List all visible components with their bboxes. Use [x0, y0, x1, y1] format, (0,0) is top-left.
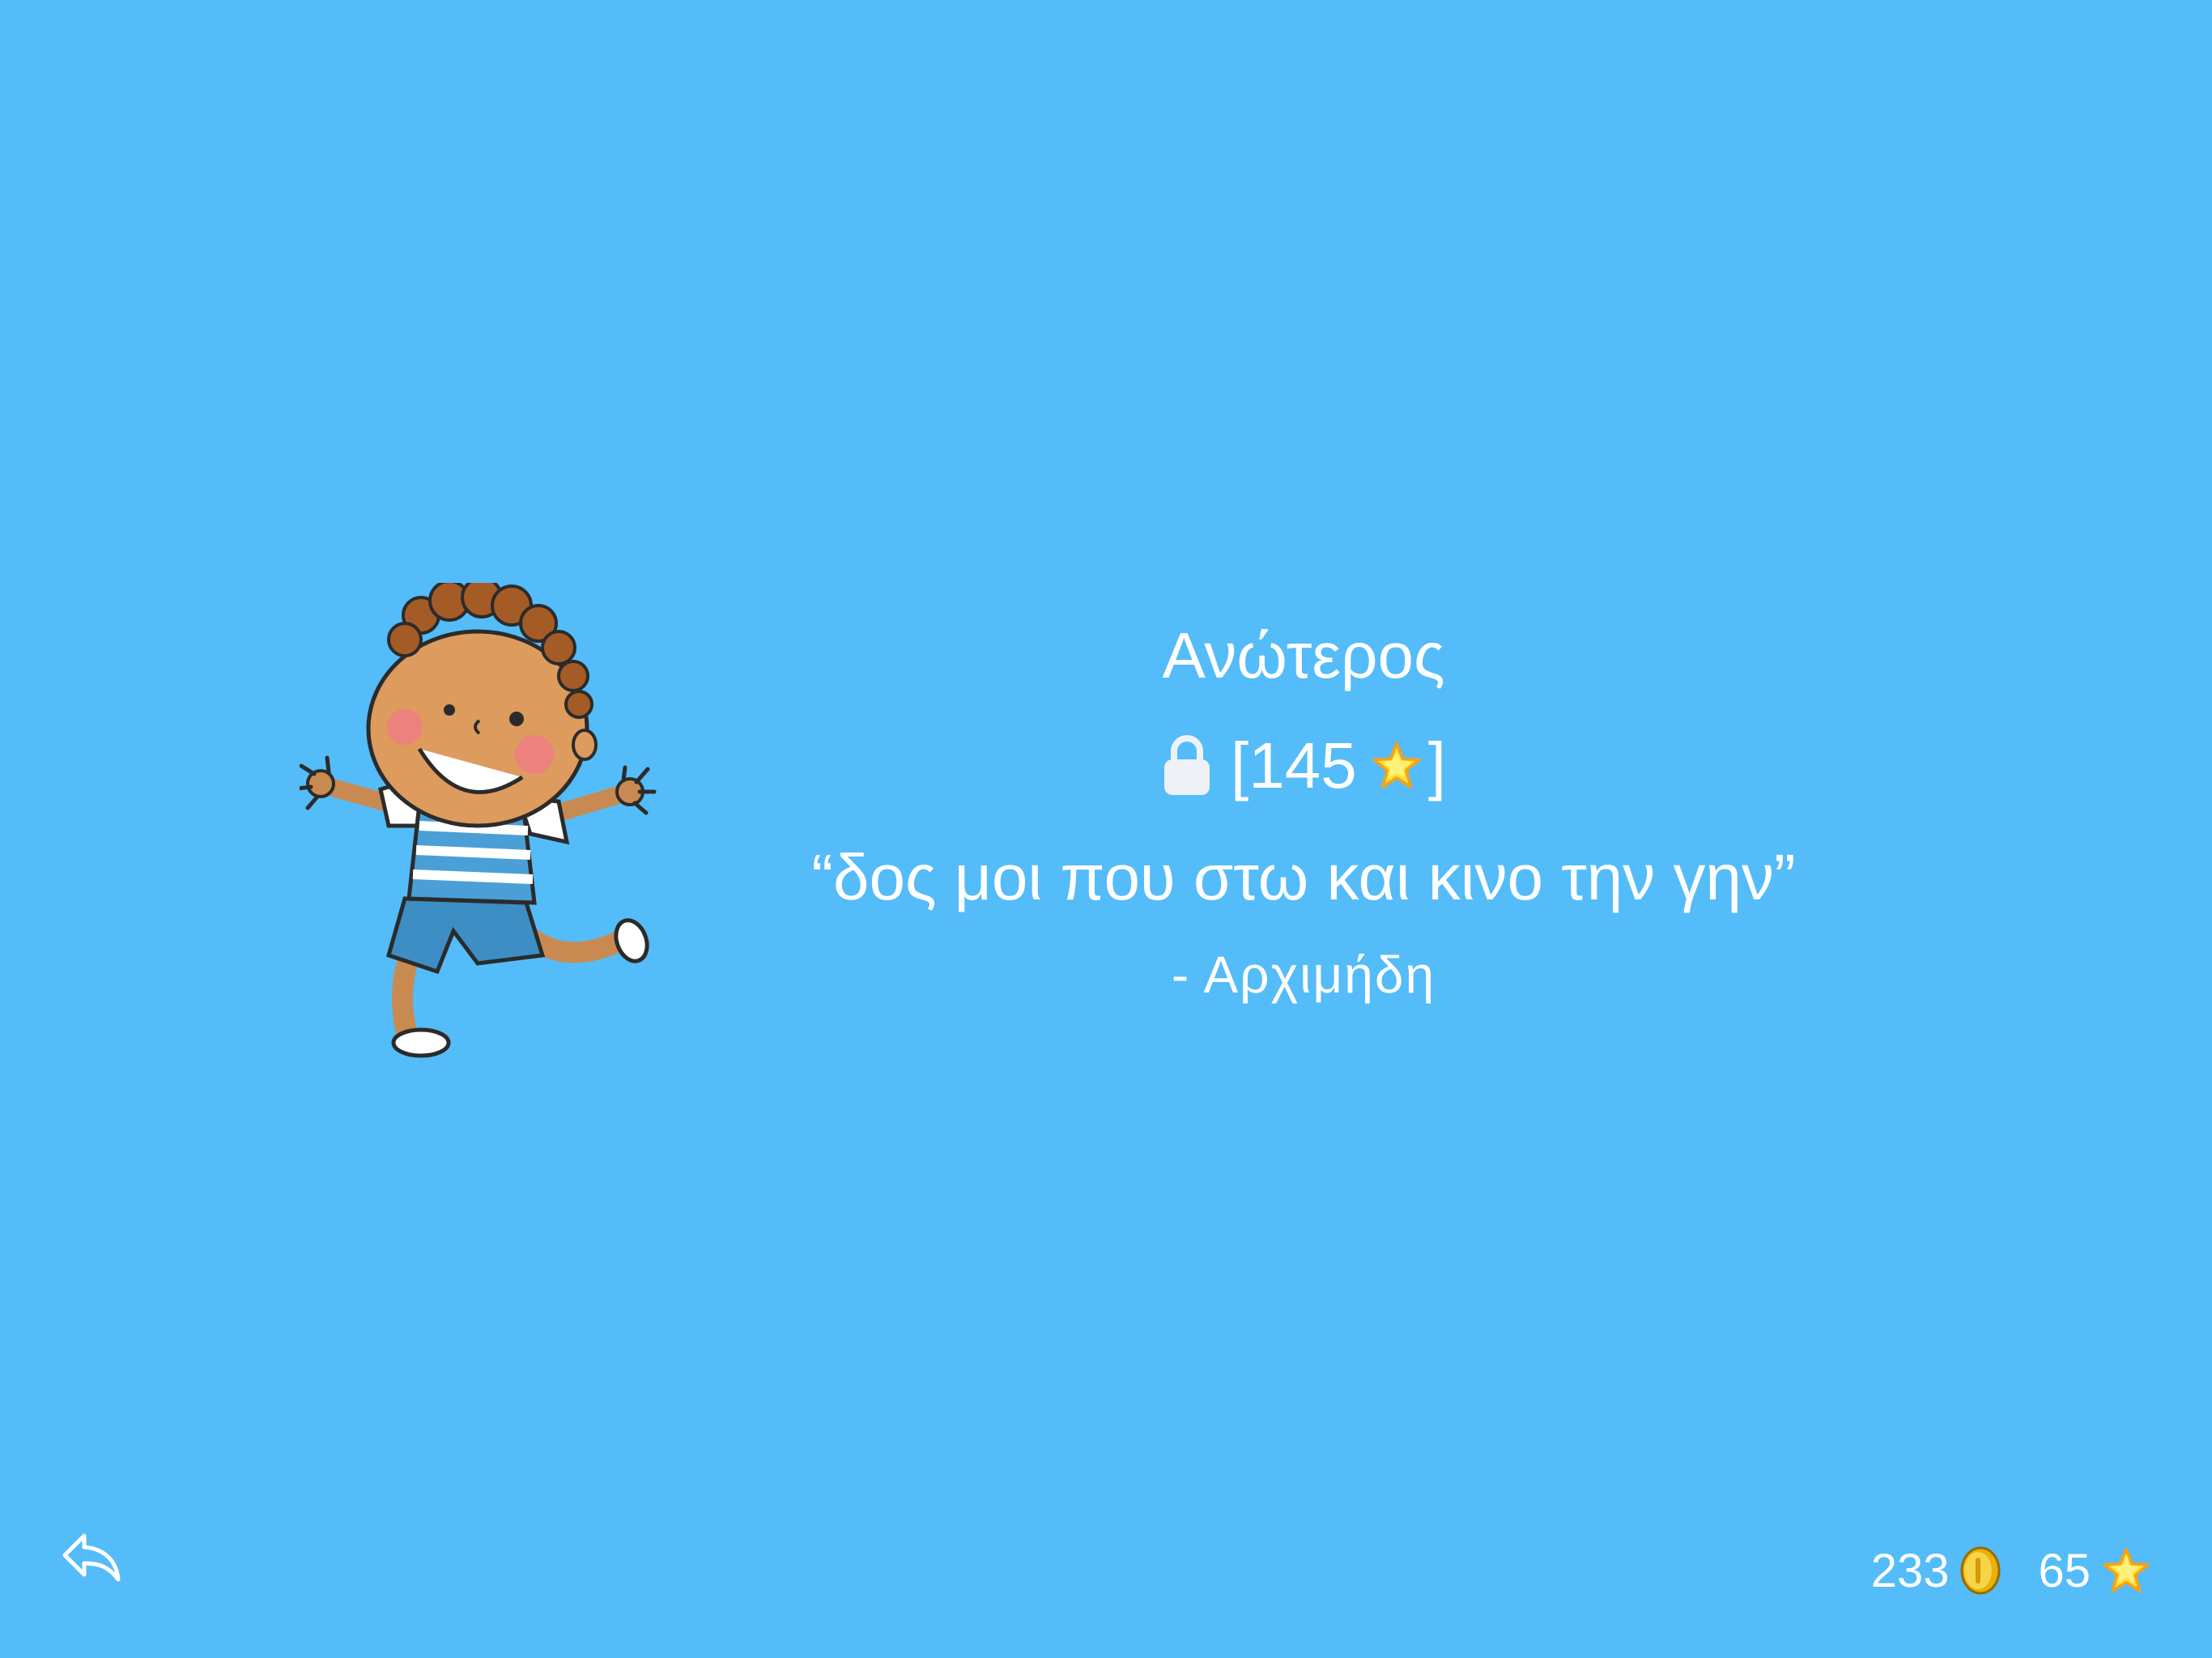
star-count: 65 — [2038, 1544, 2091, 1597]
level-lock-requirement: [145 ] — [729, 727, 1878, 805]
required-stars: [145 ] — [1231, 727, 1446, 805]
star-counter: 65 — [2038, 1544, 2150, 1598]
coin-count: 233 — [1870, 1544, 1950, 1597]
level-info-panel: Ανώτερος [145 ] “δος μοι που στω και κιν… — [729, 615, 1878, 1007]
level-title: Ανώτερος — [1162, 619, 1445, 691]
coin-counter: 233 — [1871, 1544, 2001, 1598]
coin-icon — [1960, 1546, 2001, 1595]
star-icon — [2103, 1547, 2150, 1592]
back-button[interactable] — [60, 1526, 125, 1591]
boy-character-illustration — [300, 583, 657, 1058]
reply-arrow-icon — [62, 1533, 121, 1582]
required-stars-close: ] — [1427, 729, 1446, 801]
star-icon — [1372, 742, 1421, 789]
lock-icon — [1164, 735, 1210, 795]
required-stars-value: [145 — [1231, 729, 1357, 801]
quote-text: “δος μοι που στω και κινο την γην” — [811, 841, 1796, 913]
quote-author: - Αρχιμήδη — [1171, 946, 1436, 1004]
player-stats: 233 65 — [1871, 1538, 2150, 1603]
